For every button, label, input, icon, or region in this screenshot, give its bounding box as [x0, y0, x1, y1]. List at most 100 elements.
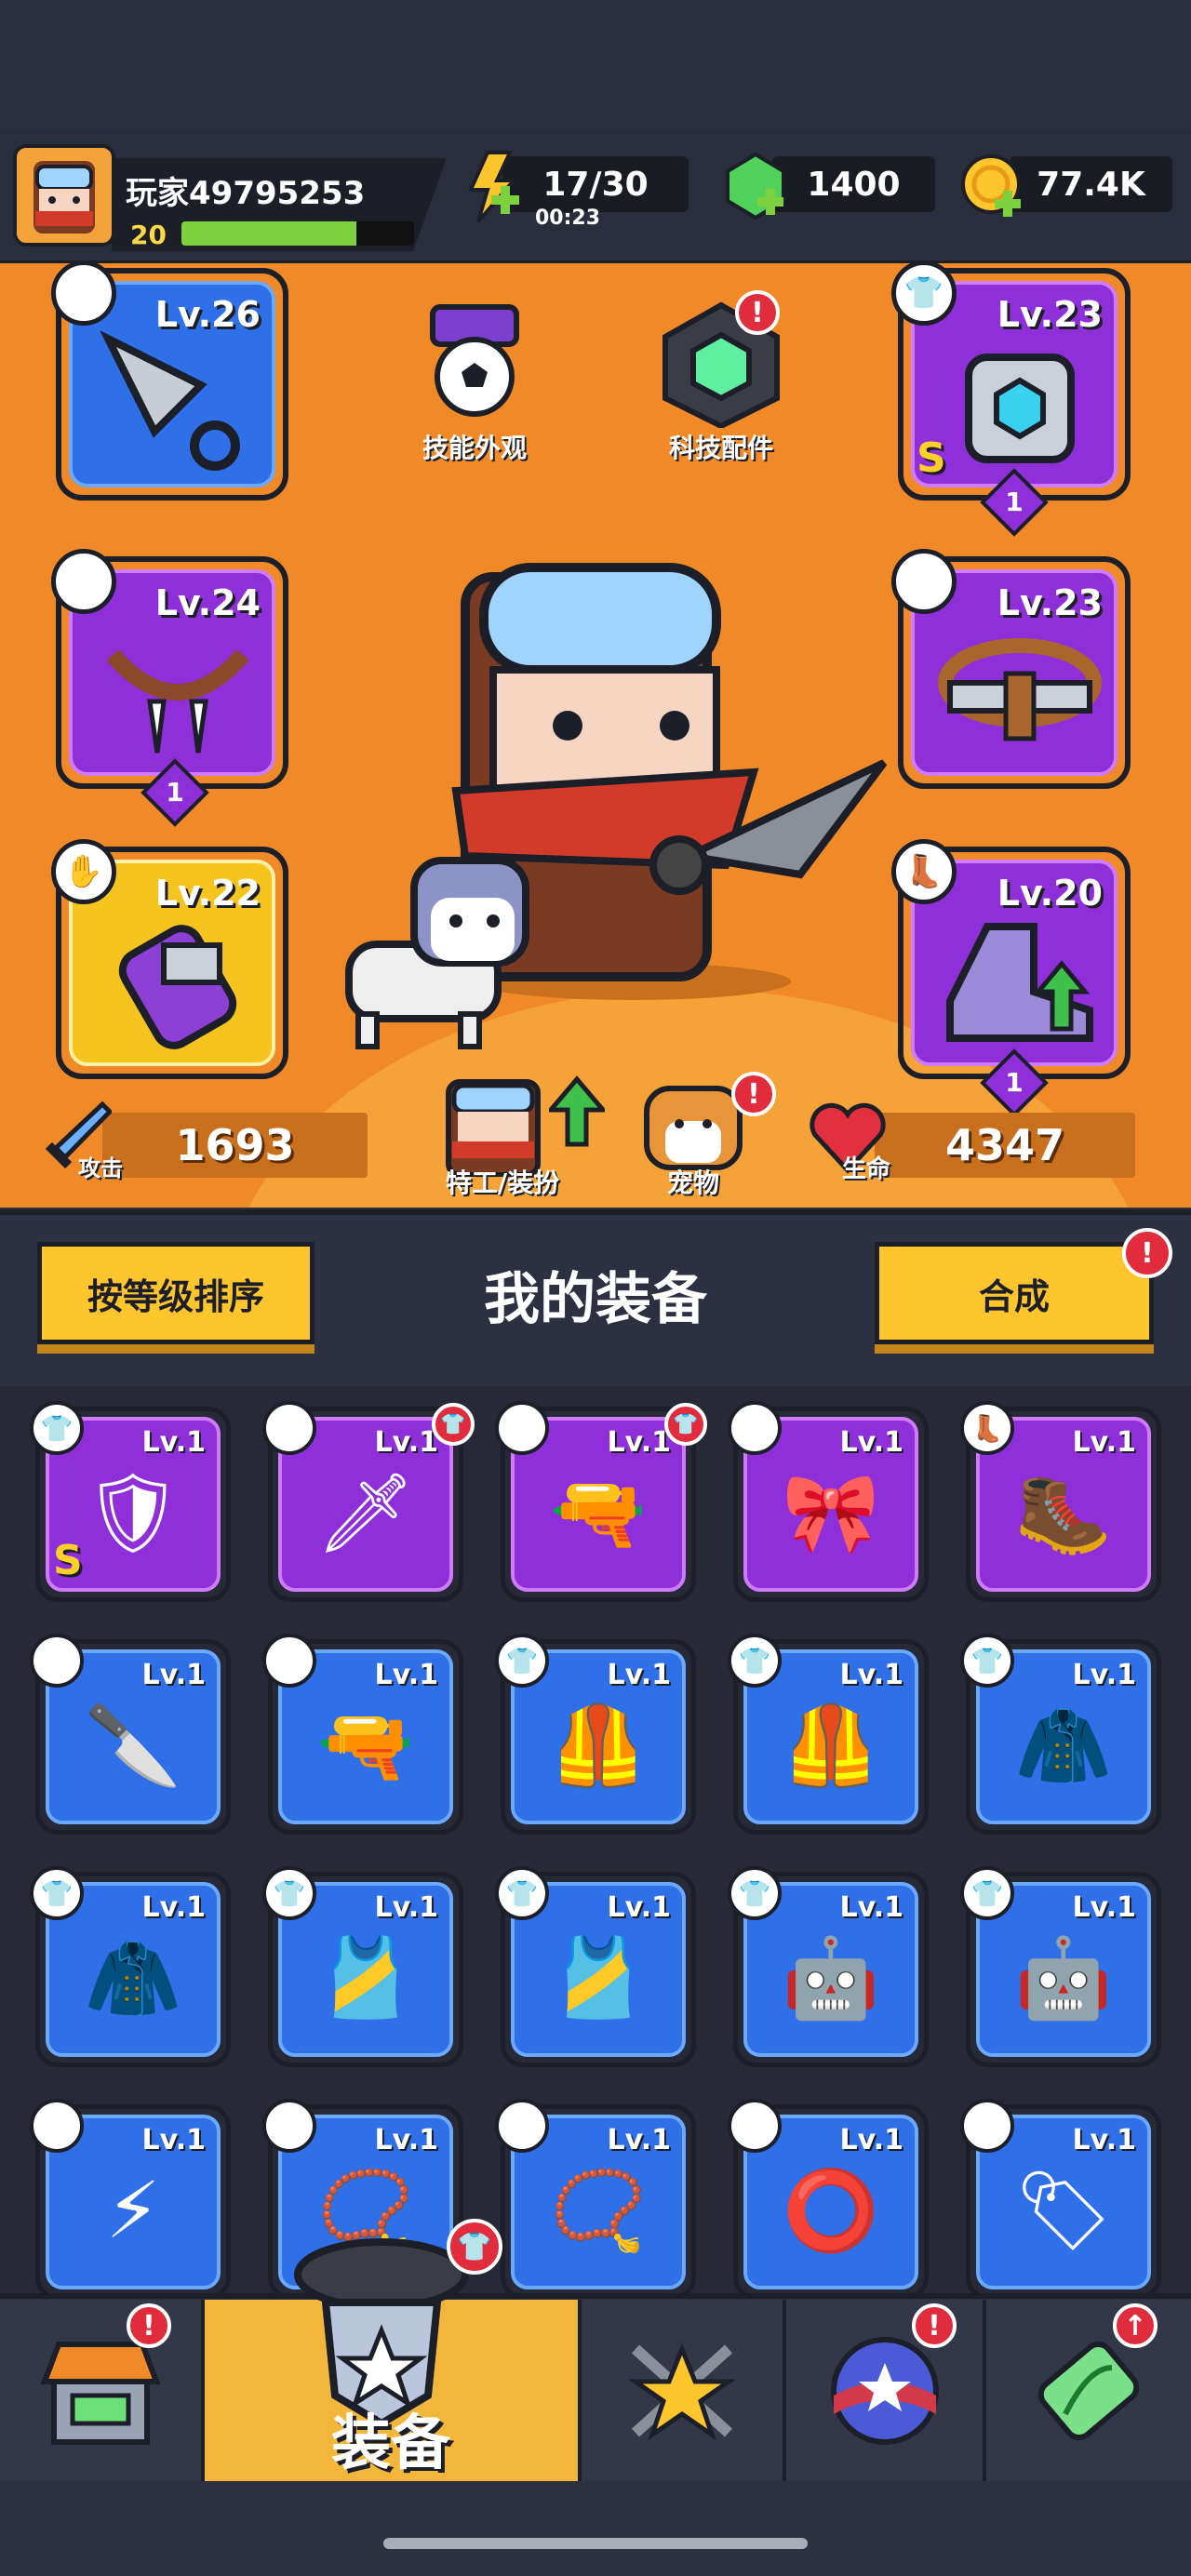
- weapon-type-icon: 🗡: [262, 1401, 316, 1455]
- home-indicator: [383, 2538, 808, 2549]
- weapon-type-icon: 🗡: [262, 1634, 316, 1688]
- inventory-item-level: Lv.1: [374, 1891, 439, 1924]
- nav-talent-tab[interactable]: [582, 2300, 786, 2481]
- inventory-item-level: Lv.1: [607, 1426, 672, 1459]
- necklace-type-icon: ♡: [960, 2099, 1014, 2153]
- boot-type-icon: 👢: [891, 839, 957, 904]
- inventory-item-level: Lv.1: [141, 1426, 207, 1459]
- slot-armor-s-badge: S: [917, 434, 946, 482]
- inventory-item-level: Lv.1: [1072, 1891, 1137, 1924]
- inventory-item-notice: 👕: [432, 1403, 475, 1446]
- merge-notice: !: [1122, 1228, 1172, 1278]
- belt-item-icon: 🎀: [782, 1467, 880, 1558]
- sneaker-icon: [946, 923, 1093, 1042]
- pet-husky[interactable]: [321, 842, 535, 1056]
- xp-bar: [181, 221, 414, 246]
- armor-type-icon: 👕: [728, 1634, 782, 1688]
- player-level: 20: [130, 220, 167, 250]
- inventory-item-level: Lv.1: [1072, 2124, 1137, 2156]
- slot-necklace-level: Lv.24: [154, 582, 261, 623]
- inventory-item-level: Lv.1: [374, 1659, 439, 1691]
- inventory-item-level: Lv.1: [374, 2124, 439, 2156]
- boots-item-icon: 🥾: [1014, 1467, 1113, 1558]
- fang-necklace-icon: [106, 648, 249, 754]
- armor-item-icon: 🦺: [549, 1700, 648, 1791]
- equipment-tab-label: 装备: [331, 2409, 450, 2478]
- pet-label: 宠物: [666, 1168, 719, 1198]
- inventory-item-level: Lv.1: [374, 1426, 439, 1459]
- star-swords-icon: [628, 2342, 736, 2440]
- rope-belt-icon: [938, 638, 1102, 741]
- player-name: 玩家49795253: [126, 175, 366, 212]
- necklace-item-icon: ⭕: [782, 2165, 880, 2256]
- armor-type-icon: 👕: [30, 1401, 84, 1455]
- necklace-type-icon: ♡: [30, 2099, 84, 2153]
- armor-type-icon: 👕: [495, 1634, 549, 1688]
- player-avatar[interactable]: [13, 144, 115, 247]
- gem-value: 1400: [807, 165, 901, 204]
- dna-capsule-icon: [1037, 2341, 1140, 2440]
- weapon-type-icon: 🗡: [51, 260, 116, 326]
- my-equipment-title: 我的装备: [484, 1267, 707, 1332]
- upgrade-arrow-icon: [545, 1074, 609, 1149]
- armor-type-icon: 👕: [960, 1866, 1014, 1920]
- coin-counter[interactable]: 77.4K: [1010, 156, 1172, 212]
- nav-dna-tab[interactable]: [986, 2300, 1191, 2481]
- inventory-item-level: Lv.1: [1072, 1426, 1137, 1459]
- sort-by-level-button[interactable]: 按等级排序: [37, 1242, 314, 1344]
- necklace-type-icon: ♡: [262, 2099, 316, 2153]
- weapon-type-icon: 🗡: [495, 1401, 549, 1455]
- inventory-item-s-badge: S: [53, 1537, 83, 1584]
- necklace-type-icon: ♡: [495, 2099, 549, 2153]
- necklace-type-icon: ♡: [51, 549, 116, 614]
- boots-type-icon: 👢: [960, 1401, 1014, 1455]
- inventory-item-level: Lv.1: [839, 1891, 904, 1924]
- weapon-item-icon: 🔫: [549, 1467, 648, 1558]
- belt-type-icon: ◎: [891, 549, 957, 614]
- skill-skin-label: 技能外观: [422, 433, 527, 463]
- inventory-item-level: Lv.1: [1072, 1659, 1137, 1691]
- weapon-item-icon: 🗡: [315, 1467, 416, 1558]
- gem-counter[interactable]: 1400: [772, 156, 935, 212]
- shop-notice: !: [127, 2303, 171, 2348]
- armor-type-icon: 👕: [262, 1866, 316, 1920]
- mech-armor-icon: [965, 354, 1075, 463]
- armor-item-icon: 🧥: [1014, 1700, 1113, 1791]
- tech-parts-label: 科技配件: [668, 433, 773, 463]
- health-label: 生命: [841, 1155, 890, 1183]
- shop-icon: [40, 2341, 161, 2445]
- equipment-notice: 👕: [447, 2219, 502, 2275]
- armor-type-icon: 👕: [728, 1866, 782, 1920]
- merge-button[interactable]: 合成: [875, 1242, 1154, 1344]
- belt-type-icon: ◎: [728, 1401, 782, 1455]
- tech-parts-notice: !: [735, 290, 780, 335]
- armor-item-icon: 🎽: [316, 1932, 415, 2023]
- inventory-item-level: Lv.1: [141, 2124, 207, 2156]
- inventory-item-level: Lv.1: [141, 1891, 207, 1924]
- necklace-item-icon: ⚡: [105, 2165, 161, 2256]
- inventory-item-level: Lv.1: [607, 1891, 672, 1924]
- inventory-item-level: Lv.1: [839, 1659, 904, 1691]
- armor-type-icon: 👕: [891, 260, 957, 326]
- kunai-icon: [100, 330, 240, 471]
- weapon-type-icon: 🗡: [30, 1634, 84, 1688]
- slot-belt-level: Lv.23: [997, 582, 1103, 623]
- necklace-item-icon: 📿: [549, 2165, 648, 2256]
- inventory-item-level: Lv.1: [607, 2124, 672, 2156]
- inventory-item-level: Lv.1: [839, 2124, 904, 2156]
- glove-type-icon: ✋: [51, 839, 116, 904]
- coin-value: 77.4K: [1037, 165, 1145, 204]
- attack-value: 1693: [102, 1113, 368, 1178]
- inventory-item-level: Lv.1: [607, 1659, 672, 1691]
- necklace-type-icon: ♡: [728, 2099, 782, 2153]
- armor-item-icon: 🤖: [1014, 1932, 1113, 2023]
- inventory-item-notice: 👕: [664, 1403, 707, 1446]
- armor-item-icon: 🤖: [782, 1932, 880, 2023]
- agent-outfit-icon[interactable]: [437, 1074, 549, 1178]
- energy-timer: 00:23: [535, 207, 601, 230]
- nav-shop-tab[interactable]: [0, 2300, 205, 2481]
- weapon-item-icon: 🔪: [84, 1700, 182, 1791]
- energy-counter[interactable]: 17/30: [502, 156, 689, 212]
- armor-type-icon: 👕: [30, 1866, 84, 1920]
- skill-skin-icon[interactable]: [409, 298, 540, 437]
